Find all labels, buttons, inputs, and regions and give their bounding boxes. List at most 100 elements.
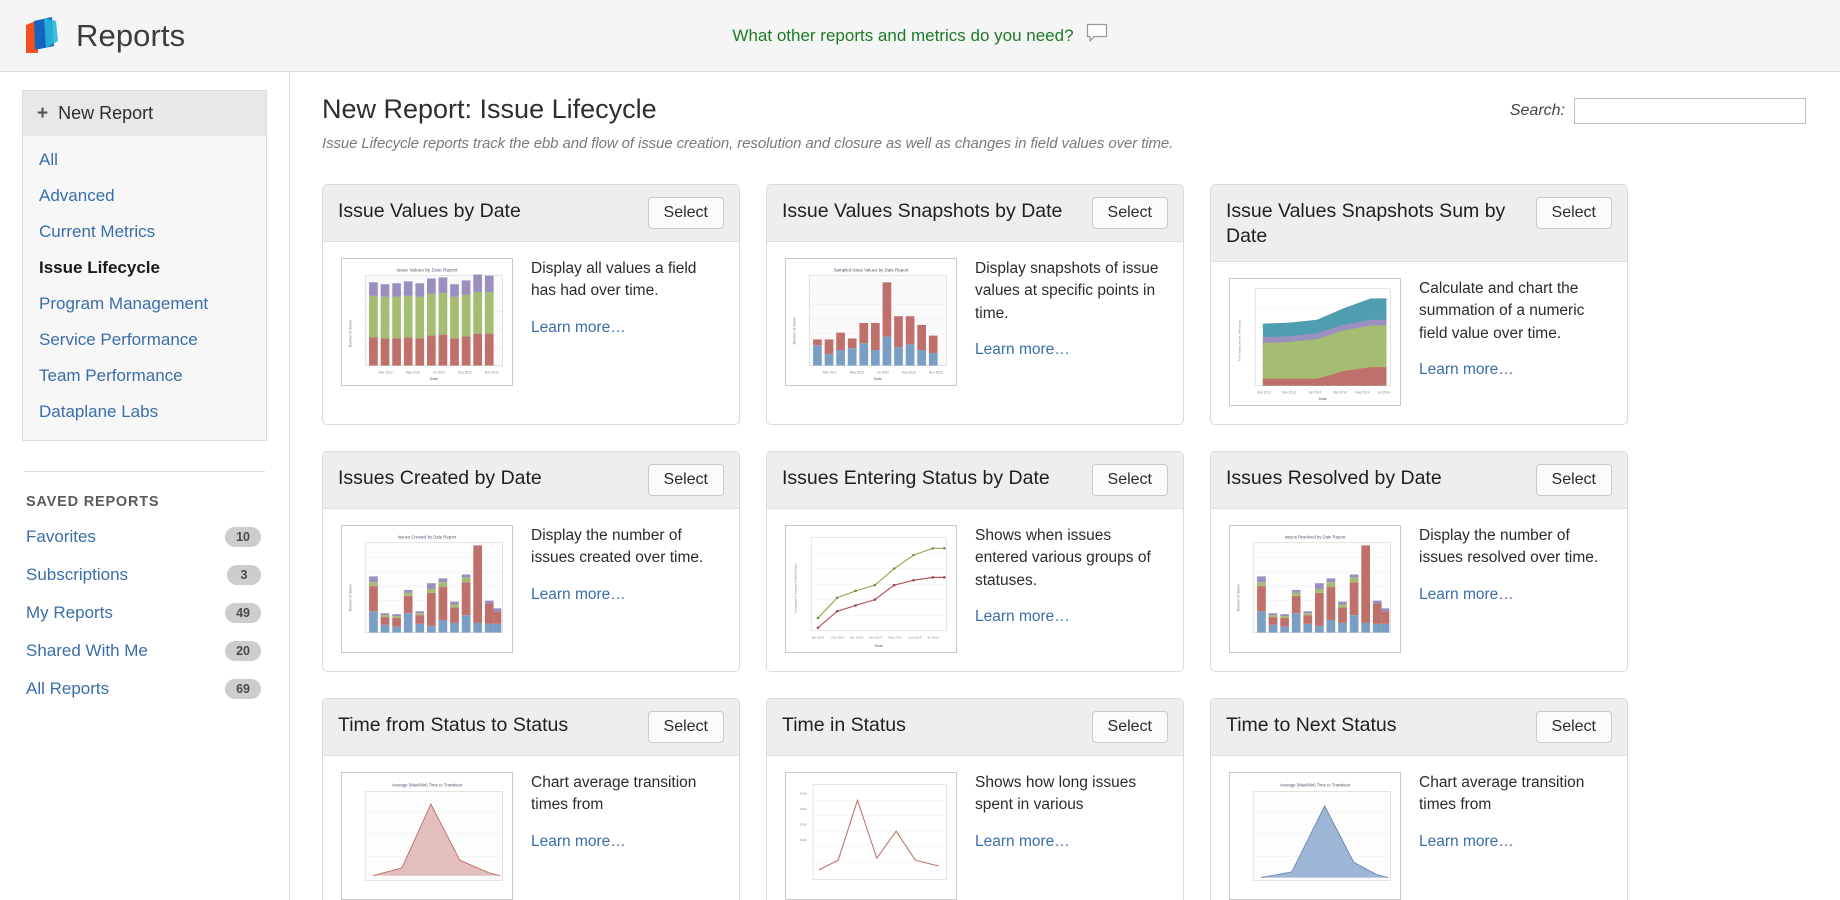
select-button[interactable]: Select (1535, 197, 1612, 229)
svg-text:Nov 2012: Nov 2012 (929, 370, 943, 374)
saved-item-label: Subscriptions (26, 565, 129, 584)
svg-text:Number of Issues: Number of Issues (349, 584, 353, 611)
sidebar-item-shared-with-me[interactable]: Shared With Me 20 (22, 632, 267, 670)
search-label: Search: (1509, 102, 1565, 119)
chart-thumbnail-issues-created[interactable]: Issues Created by Date Report Number of … (341, 524, 513, 653)
svg-text:Number of Issues: Number of Issues (793, 317, 797, 344)
sidebar-item-subscriptions[interactable]: Subscriptions 3 (22, 556, 267, 594)
report-card-time-in-status[interactable]: Time in Status Select 1400 1300 1200 110… (766, 697, 1184, 900)
speech-bubble-icon[interactable] (1086, 23, 1108, 48)
select-button[interactable]: Select (647, 197, 724, 229)
report-card-time-to-next-status[interactable]: Time to Next Status Select Average (Max/… (1210, 697, 1628, 900)
card-body: Issue Values by Date Report Number of Is… (323, 242, 739, 404)
learn-more-link[interactable]: Learn more… (531, 833, 626, 851)
saved-item-label: Shared With Me (26, 641, 148, 660)
search-input[interactable] (1574, 98, 1806, 124)
sidebar-item-favorites[interactable]: Favorites 10 (22, 518, 267, 556)
card-header: Issue Values Snapshots by Date Select (767, 185, 1183, 242)
learn-more-link[interactable]: Learn more… (531, 319, 626, 337)
report-card-grid: Issue Values by Date Select Issue Values… (322, 184, 1806, 900)
card-title: Issues Created by Date (338, 466, 542, 489)
learn-more-link[interactable]: Learn more… (531, 586, 626, 604)
sidebar-item-team-performance[interactable]: Team Performance (23, 358, 266, 394)
card-body: Average (Max/Min) Time to Transition Cha… (323, 756, 739, 900)
svg-text:Average (Max/Min) Time to Tran: Average (Max/Min) Time to Transition (392, 783, 463, 788)
report-card-time-from-status-to-status[interactable]: Time from Status to Status Select Averag… (322, 697, 740, 900)
report-card-issues-resolved-by-date[interactable]: Issues Resolved by Date Select Issues Re… (1210, 450, 1628, 672)
sidebar-item-program-management[interactable]: Program Management (23, 286, 266, 322)
saved-reports-heading: SAVED REPORTS (26, 494, 160, 510)
sidebar-item-my-reports[interactable]: My Reports 49 (22, 594, 267, 632)
chart-thumbnail-issues-resolved[interactable]: Issues Resolved by Date Report Number of… (1229, 524, 1401, 653)
sidebar-divider (24, 471, 265, 472)
report-card-issues-entering-status-by-date[interactable]: Issues Entering Status by Date Select Cu… (766, 450, 1184, 672)
sidebar-item-dataplane-labs[interactable]: Dataplane Labs (23, 394, 266, 430)
card-description: Display all values a field has had over … (531, 260, 697, 300)
sidebar-item-all[interactable]: All (23, 142, 266, 178)
card-body: Issues Created by Date Report Number of … (323, 509, 739, 671)
learn-more-link[interactable]: Learn more… (975, 341, 1070, 359)
svg-text:May 2012: May 2012 (850, 370, 865, 374)
svg-text:Issues Created by Date Report: Issues Created by Date Report (398, 535, 457, 540)
svg-text:Sep 2012: Sep 2012 (902, 370, 916, 374)
svg-text:1300: 1300 (800, 807, 807, 811)
learn-more-link[interactable]: Learn more… (1419, 833, 1514, 851)
svg-text:Time Spent (Hours, Historical): Time Spent (Hours, Historical) (1238, 320, 1242, 361)
brand: Reports (0, 15, 185, 57)
card-text: Display snapshots of issue values at spe… (975, 258, 1167, 386)
chart-thumbnail-time-in-status[interactable]: 1400 1300 1200 1100 (785, 771, 957, 900)
svg-text:Nov 2012: Nov 2012 (485, 370, 499, 374)
saved-item-count: 69 (225, 679, 261, 699)
card-description: Chart average transition times from (531, 773, 697, 814)
select-button[interactable]: Select (647, 463, 724, 496)
chart-thumbnail-next-status-peak[interactable]: Average (Max/Min) Time to Transition (1229, 771, 1401, 900)
svg-text:Mar 2014: Mar 2014 (850, 635, 863, 639)
card-text: Chart average transition times from Lear… (531, 772, 723, 900)
select-button[interactable]: Select (1535, 463, 1612, 496)
card-text: Display the number of issues resolved ov… (1419, 525, 1611, 653)
search-area: Search: (1510, 98, 1806, 124)
learn-more-link[interactable]: Learn more… (1419, 586, 1514, 604)
new-report-button[interactable]: + New Report (22, 90, 267, 136)
svg-text:Average (Max/Min) Time to Tran: Average (Max/Min) Time to Transition (1280, 783, 1351, 788)
sidebar: + New Report All Advanced Current Metric… (0, 72, 290, 900)
report-card-issues-created-by-date[interactable]: Issues Created by Date Select Issues Cre… (322, 450, 740, 672)
svg-text:Date: Date (874, 377, 882, 381)
select-button[interactable]: Select (1091, 197, 1168, 229)
chart-thumbnail-stacked-area[interactable]: Time Spent (Hours, Historical) Sep 2013 N… (1229, 277, 1401, 406)
select-button[interactable]: Select (647, 710, 724, 743)
saved-item-label: Favorites (26, 527, 96, 546)
report-card-issue-values-snapshots-sum-by-date[interactable]: Issue Values Snapshots Sum by Date Selec… (1210, 184, 1628, 425)
sidebar-item-all-reports[interactable]: All Reports 69 (22, 670, 267, 708)
learn-more-link[interactable]: Learn more… (975, 608, 1070, 626)
learn-more-link[interactable]: Learn more… (975, 833, 1070, 851)
card-body: 1400 1300 1200 1100 Shows how long issues s… (767, 756, 1183, 900)
page-description: Issue Lifecycle reports track the ebb an… (322, 135, 1174, 152)
sidebar-item-service-performance[interactable]: Service Performance (23, 322, 266, 358)
card-title: Time from Status to Status (338, 713, 569, 736)
feedback-link[interactable]: What other reports and metrics do you ne… (732, 26, 1073, 46)
svg-text:May 2014: May 2014 (888, 635, 902, 639)
card-header: Time from Status to Status Select (323, 698, 739, 756)
select-button[interactable]: Select (1091, 710, 1168, 743)
card-header: Issues Created by Date Select (323, 451, 739, 509)
chart-thumbnail-transition-peak[interactable]: Average (Max/Min) Time to Transition (341, 771, 513, 900)
chart-thumbnail-sampled-bar[interactable]: Sampled Issue Values by Date Report Numb… (785, 258, 957, 386)
sidebar-item-current-metrics[interactable]: Current Metrics (23, 214, 266, 250)
sidebar-item-issue-lifecycle[interactable]: Issue Lifecycle (23, 250, 266, 286)
svg-text:Sampled Issue Values by Date R: Sampled Issue Values by Date Report (834, 268, 910, 273)
learn-more-link[interactable]: Learn more… (1419, 361, 1514, 379)
chart-thumbnail-cumulative-lines[interactable]: Cumulative # of Issues Entered Status Ja… (785, 524, 957, 653)
chart-thumbnail-stacked-bar[interactable]: Issue Values by Date Report Number of Is… (341, 258, 513, 386)
sidebar-item-advanced[interactable]: Advanced (23, 178, 266, 214)
card-title: Issues Entering Status by Date (782, 466, 1050, 489)
report-card-issue-values-by-date[interactable]: Issue Values by Date Select Issue Values… (322, 184, 740, 425)
svg-text:Nov 2013: Nov 2013 (1282, 390, 1296, 394)
select-button[interactable]: Select (1091, 463, 1168, 496)
svg-text:Jul 2012: Jul 2012 (877, 370, 890, 374)
select-button[interactable]: Select (1535, 710, 1612, 743)
report-card-issue-values-snapshots-by-date[interactable]: Issue Values Snapshots by Date Select Sa… (766, 184, 1184, 425)
new-report-label: New Report (58, 103, 154, 123)
plus-icon: + (37, 103, 49, 124)
page-title: New Report: Issue Lifecycle (322, 94, 657, 124)
